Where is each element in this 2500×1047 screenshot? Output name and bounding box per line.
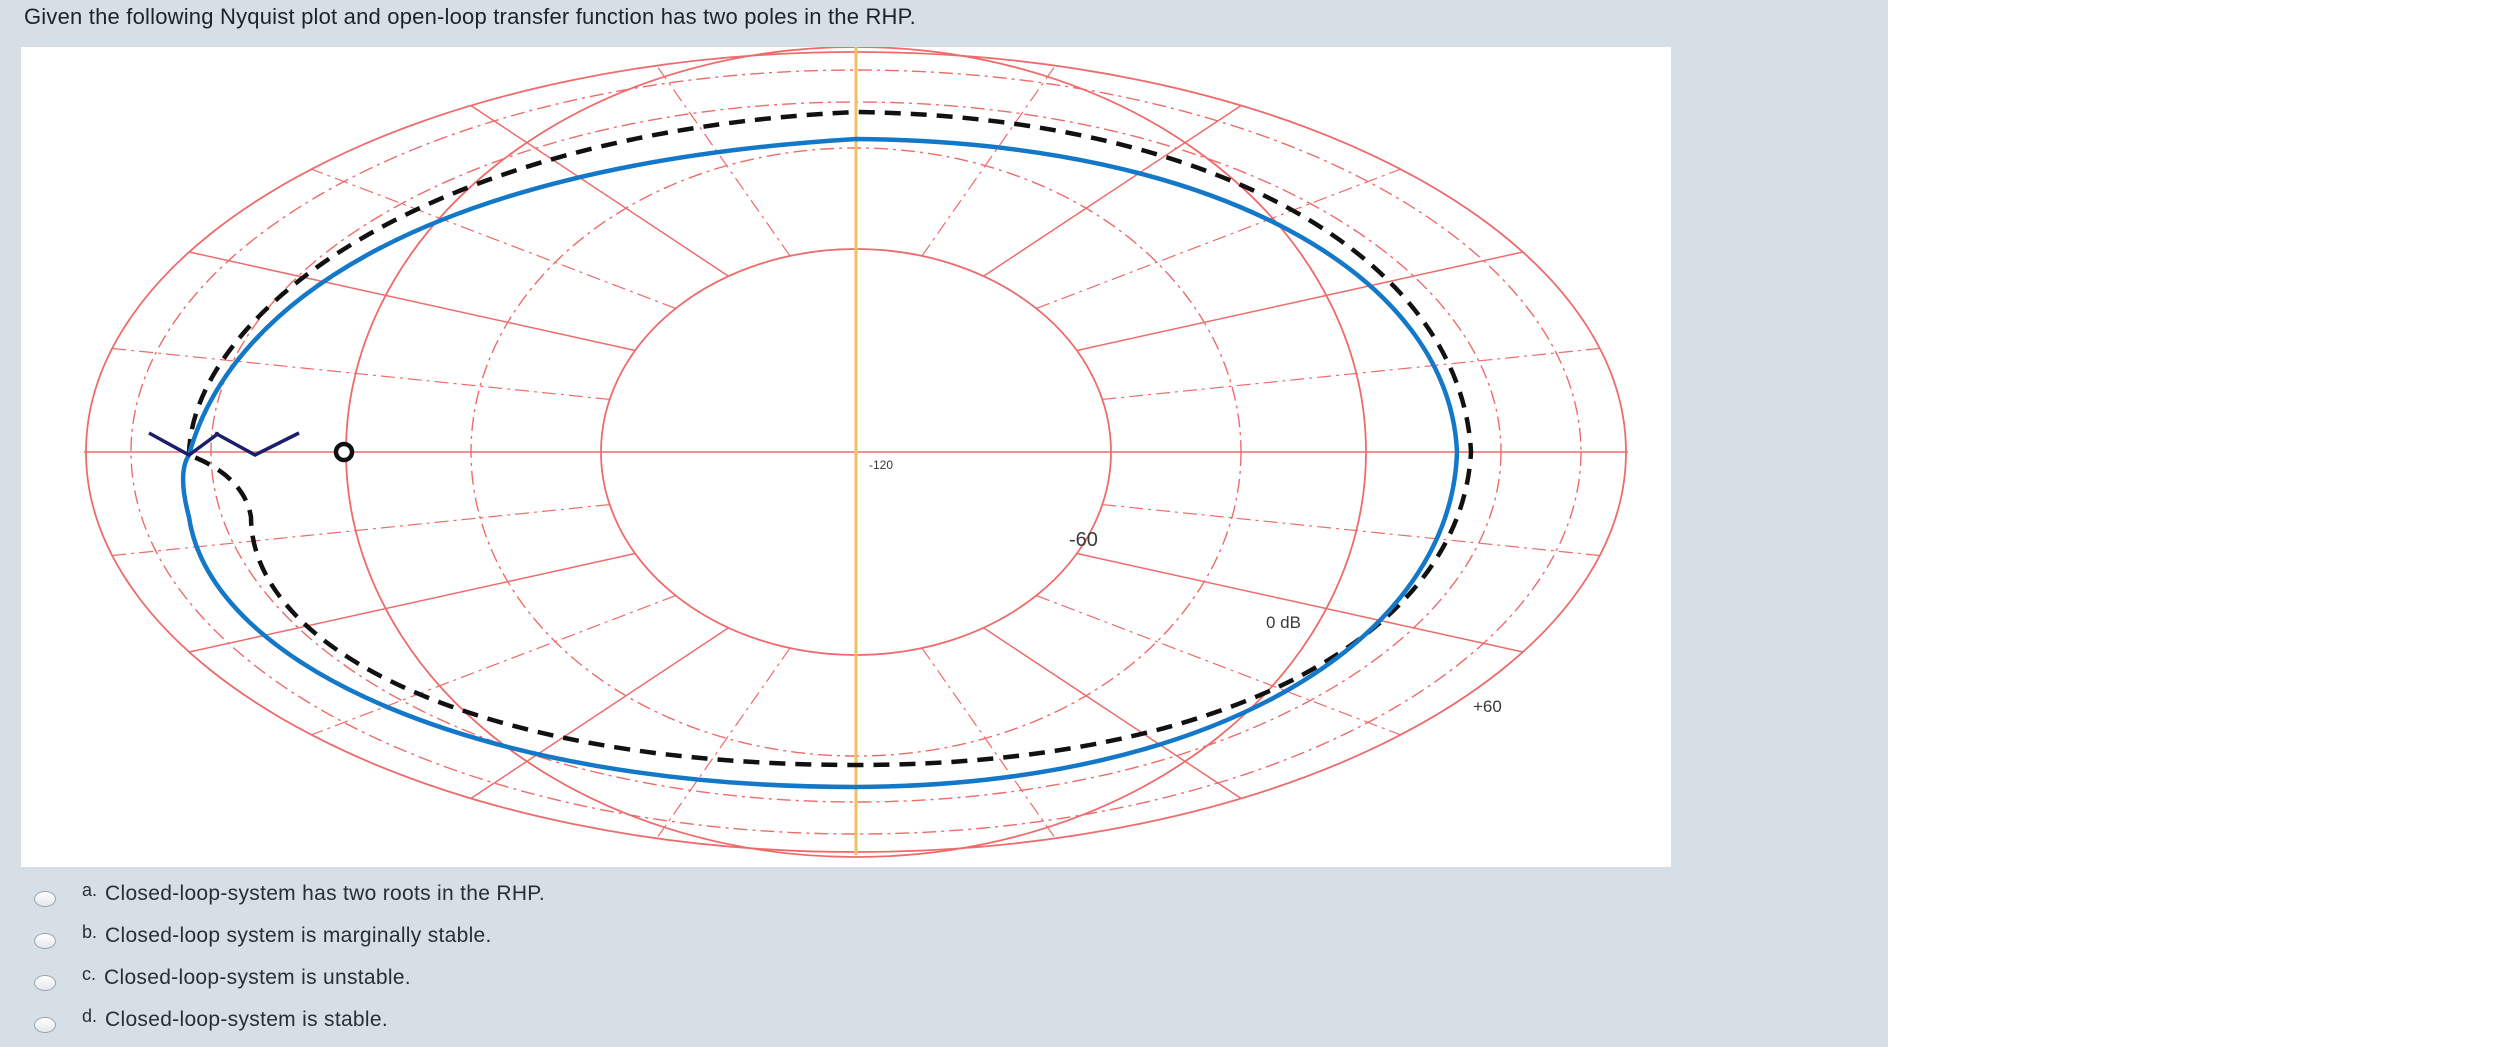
nyquist-mirror-curve (186, 109, 1474, 768)
label-middle: 0 dB (1266, 613, 1301, 632)
option-d[interactable]: d. Closed-loop-system is stable. (34, 1003, 388, 1037)
critical-point-marker (333, 441, 355, 463)
grid-spoke (656, 647, 791, 839)
grid-spoke (656, 65, 791, 257)
radio-c[interactable] (34, 975, 56, 991)
nyquist-plot-svg: -120 -60 0 dB +60 (84, 47, 1628, 858)
option-b-letter: b. (82, 921, 98, 942)
option-b[interactable]: b. Closed-loop system is marginally stab… (34, 919, 492, 953)
nyquist-curve (180, 136, 1460, 790)
grid-spoke (311, 168, 676, 310)
label-outer: +60 (1473, 697, 1502, 716)
option-c-letter: c. (82, 963, 97, 984)
question-text: Given the following Nyquist plot and ope… (24, 4, 916, 29)
option-c[interactable]: c. Closed-loop-system is unstable. (34, 961, 411, 995)
radio-b[interactable] (34, 933, 56, 949)
option-a-letter: a. (82, 879, 98, 900)
option-a[interactable]: a. Closed-loop-system has two roots in t… (34, 877, 545, 911)
grid-spoke (1036, 168, 1401, 310)
grid-spoke (1036, 594, 1401, 736)
grid-spoke (921, 65, 1056, 257)
grid-spoke (311, 594, 676, 736)
label-inner: -60 (1069, 529, 1098, 551)
radio-a[interactable] (34, 891, 56, 907)
option-a-text: Closed-loop-system has two roots in the … (105, 882, 546, 905)
label-center: -120 (869, 458, 893, 472)
grid-spoke (921, 647, 1056, 839)
nyquist-plot: -120 -60 0 dB +60 (21, 47, 1671, 867)
radio-d[interactable] (34, 1017, 56, 1033)
question-panel: Given the following Nyquist plot and ope… (0, 0, 1888, 1047)
option-c-text: Closed-loop-system is unstable. (104, 966, 411, 989)
option-d-letter: d. (82, 1005, 98, 1026)
option-d-text: Closed-loop-system is stable. (105, 1008, 388, 1031)
option-b-text: Closed-loop system is marginally stable. (105, 924, 492, 947)
